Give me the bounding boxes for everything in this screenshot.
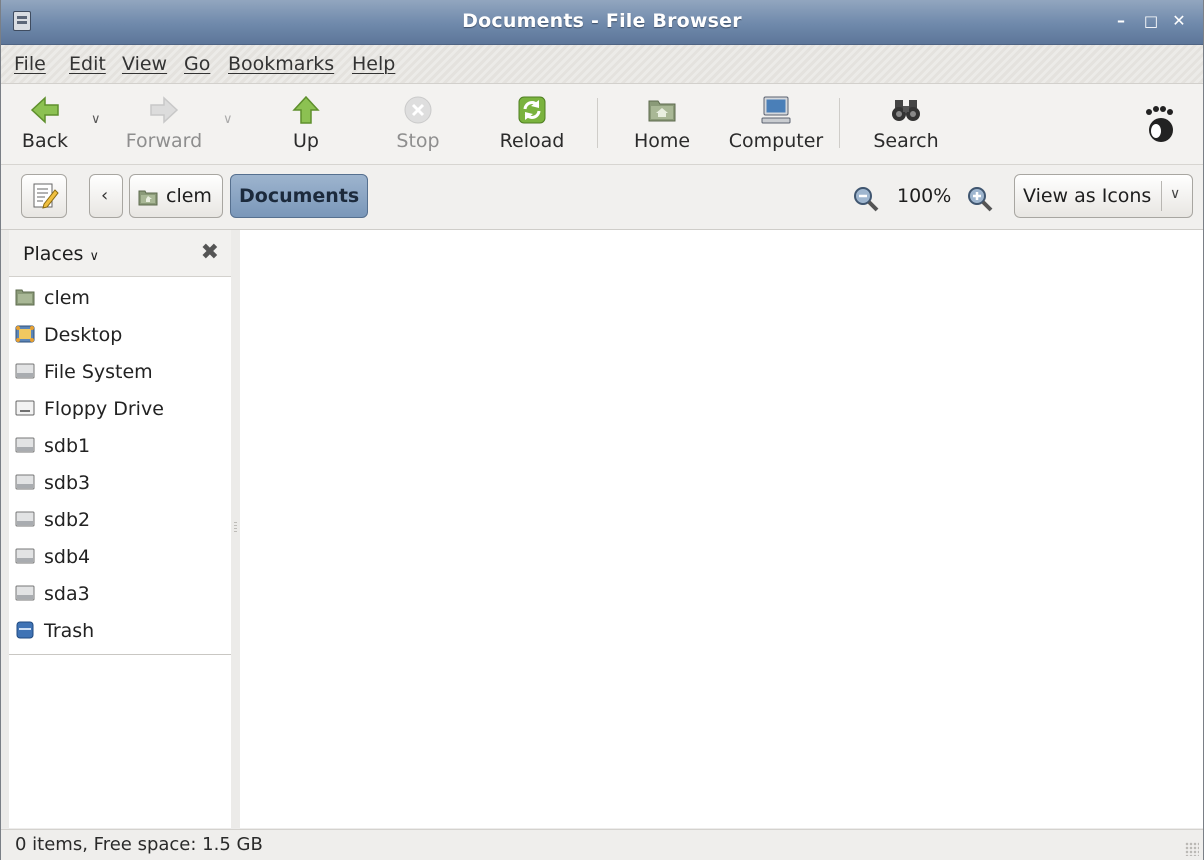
reload-icon: [518, 96, 546, 124]
forward-arrow-icon: [150, 96, 179, 124]
binoculars-icon: [892, 100, 920, 121]
view-mode-select[interactable]: View as Icons ∨: [1014, 174, 1193, 218]
trash-icon: [16, 621, 34, 639]
select-divider: [1161, 181, 1162, 211]
menu-edit[interactable]: Edit: [69, 53, 106, 75]
computer-button[interactable]: Computer: [727, 84, 825, 164]
menu-file[interactable]: File: [14, 53, 46, 75]
floppy-icon: [15, 400, 35, 416]
status-text: 0 items, Free space: 1.5 GB: [15, 834, 263, 855]
sidebar-type-selector[interactable]: Places ∨: [23, 243, 99, 265]
breadcrumb-documents[interactable]: Documents: [230, 174, 368, 218]
menu-view[interactable]: View: [122, 53, 167, 75]
toolbar-separator: [839, 98, 840, 148]
file-browser-window: Documents - File Browser – □ ✕ File Edit…: [0, 0, 1204, 860]
sidebar-item-trash[interactable]: Trash: [9, 613, 231, 650]
menu-go[interactable]: Go: [184, 53, 210, 75]
gnome-foot-icon: [1146, 106, 1173, 142]
drive-icon: [15, 548, 35, 564]
breadcrumb-clem[interactable]: clem: [129, 174, 223, 218]
sidebar-item-file-system[interactable]: File System: [9, 354, 231, 391]
file-view-area[interactable]: [240, 230, 1203, 828]
drive-icon: [15, 437, 35, 453]
up-button[interactable]: Up: [277, 84, 335, 164]
up-arrow-icon: [292, 95, 320, 124]
zoom-out-icon[interactable]: [853, 186, 879, 212]
home-folder-icon: [138, 190, 158, 206]
stop-button[interactable]: Stop: [387, 84, 449, 164]
toolbar: Back ∨ Forward ∨ Up Stop Reload Home Com…: [1, 84, 1203, 165]
drive-icon: [15, 511, 35, 527]
home-button[interactable]: Home: [627, 84, 697, 164]
drive-icon: [15, 474, 35, 490]
chevron-left-icon: ‹: [101, 185, 109, 206]
edit-location-icon: [33, 183, 59, 209]
sidebar-item-sdb2[interactable]: sdb2: [9, 502, 231, 539]
menu-bar: File Edit View Go Bookmarks Help: [1, 45, 1203, 84]
sidebar-item-floppy-drive[interactable]: Floppy Drive: [9, 391, 231, 428]
drive-icon: [15, 363, 35, 379]
pane-resize-handle[interactable]: [231, 230, 240, 828]
forward-history-dropdown-icon[interactable]: ∨: [223, 112, 233, 127]
location-bar: ‹ clem Documents 100% View as Icons ∨: [1, 165, 1203, 230]
reload-button[interactable]: Reload: [495, 84, 569, 164]
back-arrow-icon: [30, 96, 59, 124]
home-folder-icon: [15, 289, 35, 306]
menu-bookmarks[interactable]: Bookmarks: [228, 53, 334, 75]
sidebar-item-clem[interactable]: clem: [9, 280, 231, 317]
home-folder-icon: [648, 100, 676, 122]
window-title: Documents - File Browser: [462, 10, 742, 32]
minimize-icon[interactable]: –: [1111, 11, 1131, 31]
places-sidebar: Places ∨ ✖ clem Desktop File System Flop…: [9, 230, 232, 828]
status-bar: 0 items, Free space: 1.5 GB: [1, 829, 1203, 860]
zoom-in-icon[interactable]: [967, 186, 993, 212]
sidebar-divider: [9, 654, 231, 655]
search-button[interactable]: Search: [869, 84, 943, 164]
sidebar-item-sdb1[interactable]: sdb1: [9, 428, 231, 465]
sidebar-item-sdb4[interactable]: sdb4: [9, 539, 231, 576]
desktop-icon: [15, 325, 35, 343]
resize-grip-icon[interactable]: [1185, 842, 1199, 856]
maximize-icon[interactable]: □: [1141, 11, 1161, 31]
title-bar[interactable]: Documents - File Browser – □ ✕: [1, 0, 1203, 45]
toggle-location-entry-button[interactable]: [21, 174, 67, 218]
computer-icon: [761, 96, 791, 124]
sidebar-item-sdb3[interactable]: sdb3: [9, 465, 231, 502]
back-history-dropdown-icon[interactable]: ∨: [91, 112, 101, 127]
chevron-down-icon: ∨: [89, 249, 99, 264]
toolbar-separator: [597, 98, 598, 148]
path-scroll-left-button[interactable]: ‹: [89, 174, 123, 218]
forward-button[interactable]: Forward: [121, 84, 207, 164]
chevron-down-icon: ∨: [1170, 186, 1181, 202]
sidebar-item-sda3[interactable]: sda3: [9, 576, 231, 613]
drive-icon: [15, 585, 35, 601]
menu-help[interactable]: Help: [352, 53, 395, 75]
zoom-level[interactable]: 100%: [897, 185, 951, 207]
close-icon[interactable]: ✕: [1169, 11, 1189, 31]
sidebar-header: Places ∨ ✖: [9, 230, 231, 277]
close-sidebar-icon[interactable]: ✖: [201, 240, 219, 265]
stop-icon: [404, 96, 432, 124]
sidebar-item-desktop[interactable]: Desktop: [9, 317, 231, 354]
back-button[interactable]: Back: [11, 84, 79, 164]
